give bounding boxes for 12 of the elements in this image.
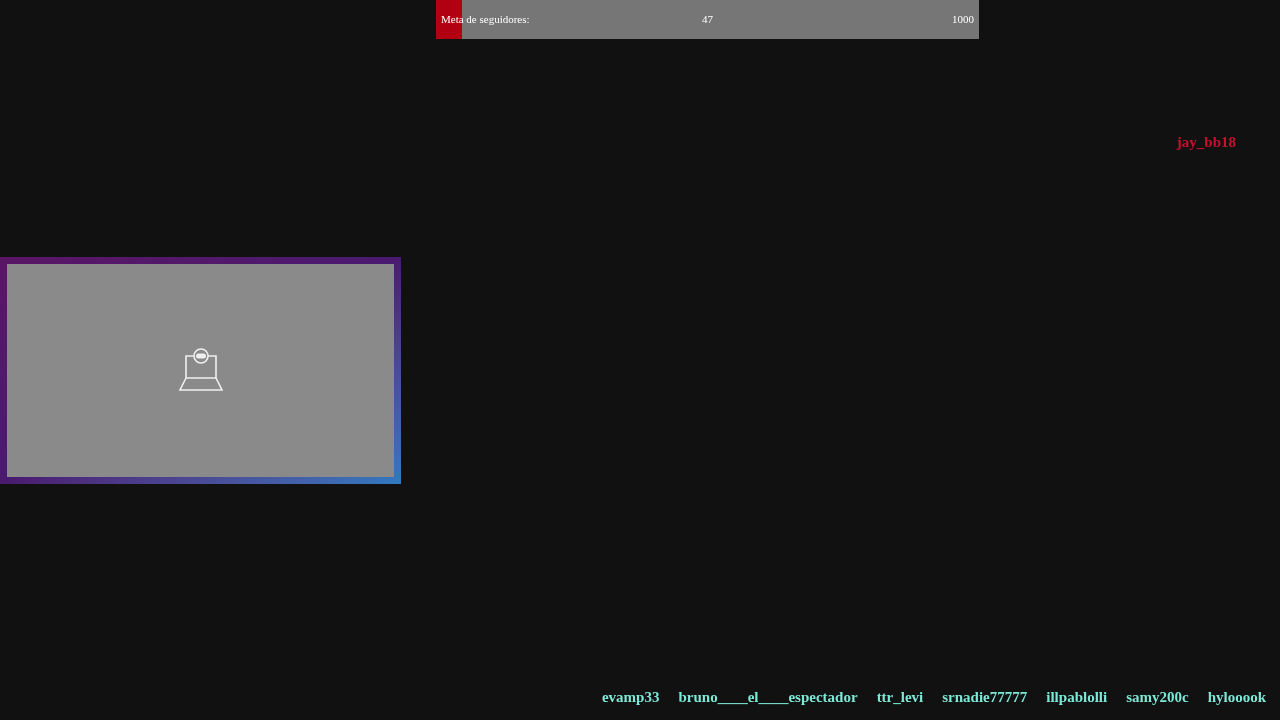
latest-follower: jay_bb18 — [1176, 133, 1236, 152]
follower-name: hylooook — [1207, 687, 1266, 707]
follower-name: bruno____el____espectador — [678, 687, 858, 707]
goal-target: 1000 — [951, 12, 974, 28]
follower-name: ttr_levi — [876, 687, 924, 707]
follower-name: evamp33 — [601, 687, 660, 707]
goal-current: 47 — [702, 12, 713, 28]
follower-name: illpablolli — [1046, 687, 1108, 707]
follower-name: srnadie77777 — [942, 687, 1028, 707]
follower-name: samy200c — [1126, 687, 1189, 707]
goal-label: Meta de seguidores: — [441, 12, 531, 28]
webcam-icon — [177, 347, 224, 394]
